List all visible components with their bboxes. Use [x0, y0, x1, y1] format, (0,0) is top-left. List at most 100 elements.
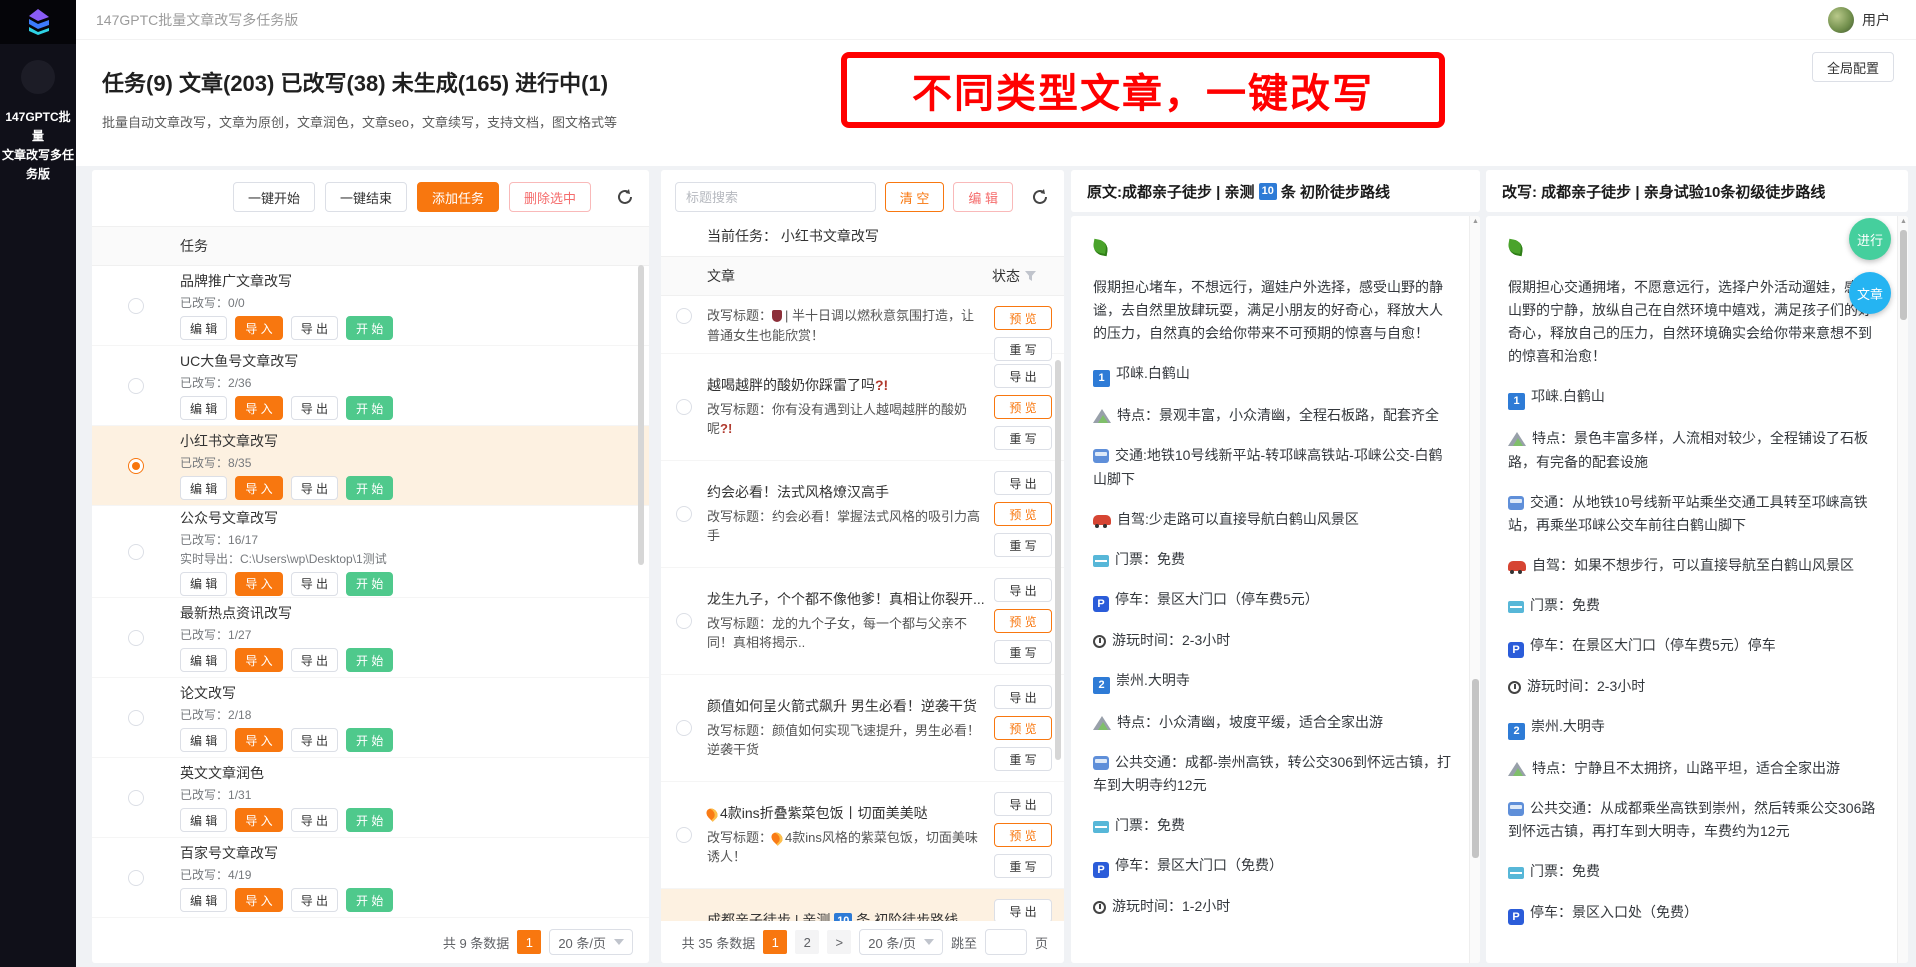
user-name[interactable]: 用户: [1862, 10, 1890, 30]
import-button[interactable]: 导 入: [235, 888, 282, 912]
export-button[interactable]: 导 出: [291, 572, 338, 596]
import-button[interactable]: 导 入: [235, 728, 282, 752]
search-input[interactable]: [675, 182, 876, 212]
edit-button[interactable]: 编 辑: [180, 396, 227, 420]
article-row[interactable]: 越喝越胖的酸奶你踩雷了吗?! 改写标题：你有没有遇到让人越喝越胖的酸奶呢?! 导…: [661, 354, 1064, 461]
article-row[interactable]: 4款ins折叠紫菜包饭丨切面美美哒 改写标题：4款ins风格的紫菜包饭，切面美味…: [661, 782, 1064, 889]
export-button[interactable]: 导 出: [291, 888, 338, 912]
rewrite-button[interactable]: 重 写: [994, 640, 1052, 664]
edit-button[interactable]: 编 辑: [180, 888, 227, 912]
start-button[interactable]: 开 始: [346, 396, 393, 420]
scrollbar-thumb[interactable]: [1055, 360, 1061, 760]
export-button[interactable]: 导 出: [291, 808, 338, 832]
start-all-button[interactable]: 一键开始: [233, 182, 315, 212]
page-number[interactable]: 2: [795, 930, 819, 954]
start-button[interactable]: 开 始: [346, 572, 393, 596]
radio-button[interactable]: [128, 710, 144, 726]
article-row-selected[interactable]: 成都亲子徒步 | 亲测 10 条 初阶徒步路线 改写标题：成都亲子徒步 | 亲身…: [661, 889, 1064, 921]
radio-button[interactable]: [676, 720, 692, 736]
preview-button[interactable]: 预 览: [994, 306, 1052, 330]
delete-selected-button[interactable]: 删除选中: [509, 182, 591, 212]
clear-button[interactable]: 清 空: [885, 182, 945, 212]
radio-button[interactable]: [128, 790, 144, 806]
start-button[interactable]: 开 始: [346, 316, 393, 340]
article-row[interactable]: 约会必看！法式风格燎汉高手 改写标题：约会必看！掌握法式风格的吸引力高手 导 出…: [661, 461, 1064, 568]
radio-button[interactable]: [128, 544, 144, 560]
article-fab-button[interactable]: 文章: [1849, 272, 1891, 314]
export-button[interactable]: 导 出: [994, 364, 1052, 388]
page-number-active[interactable]: 1: [763, 930, 787, 954]
rewrite-button[interactable]: 重 写: [994, 337, 1052, 361]
task-row[interactable]: 英文文章润色 已改写：1/31 编 辑 导 入 导 出 开 始: [92, 758, 649, 838]
stop-all-button[interactable]: 一键结束: [325, 182, 407, 212]
radio-button-checked[interactable]: [128, 458, 144, 474]
start-button[interactable]: 开 始: [346, 728, 393, 752]
next-page-button[interactable]: >: [827, 930, 851, 954]
task-row[interactable]: 百家号文章改写 已改写：4/19 编 辑 导 入 导 出 开 始: [92, 838, 649, 918]
start-button[interactable]: 开 始: [346, 476, 393, 500]
import-button[interactable]: 导 入: [235, 316, 282, 340]
user-avatar[interactable]: [1828, 7, 1854, 33]
edit-button[interactable]: 编 辑: [180, 728, 227, 752]
page-size-select[interactable]: 20 条/页: [859, 929, 943, 955]
import-button[interactable]: 导 入: [235, 396, 282, 420]
task-row[interactable]: 公众号文章改写 已改写：16/17 实时导出：C:\Users\wp\Deskt…: [92, 506, 649, 598]
scrollbar-thumb[interactable]: [1472, 679, 1479, 858]
export-button[interactable]: 导 出: [291, 476, 338, 500]
export-button[interactable]: 导 出: [291, 728, 338, 752]
task-row[interactable]: 最新热点资讯改写 已改写：1/27 编 辑 导 入 导 出 开 始: [92, 598, 649, 678]
radio-button[interactable]: [128, 378, 144, 394]
task-row[interactable]: 品牌推广文章改写 已改写：0/0 编 辑 导 入 导 出 开 始: [92, 266, 649, 346]
edit-button[interactable]: 编 辑: [180, 316, 227, 340]
import-button[interactable]: 导 入: [235, 648, 282, 672]
rewrite-button[interactable]: 重 写: [994, 854, 1052, 878]
preview-button[interactable]: 预 览: [994, 823, 1052, 847]
scrollbar-thumb[interactable]: [638, 265, 644, 565]
preview-button[interactable]: 预 览: [994, 716, 1052, 740]
export-button[interactable]: 导 出: [291, 396, 338, 420]
export-button[interactable]: 导 出: [291, 316, 338, 340]
start-button[interactable]: 开 始: [346, 808, 393, 832]
page-size-select[interactable]: 20 条/页: [549, 929, 633, 955]
task-row[interactable]: UC大鱼号文章改写 已改写：2/36 编 辑 导 入 导 出 开 始: [92, 346, 649, 426]
scrollbar[interactable]: ▲: [1469, 216, 1480, 963]
rewrite-button[interactable]: 重 写: [994, 533, 1052, 557]
refresh-icon[interactable]: [1030, 187, 1050, 207]
start-button[interactable]: 开 始: [346, 648, 393, 672]
article-row[interactable]: 改写标题：| 半十日调以燃秋意氛围打造，让普通女生也能欣赏！ 预 览 重 写: [661, 296, 1064, 354]
start-button[interactable]: 开 始: [346, 888, 393, 912]
radio-button[interactable]: [676, 399, 692, 415]
preview-button[interactable]: 预 览: [994, 502, 1052, 526]
export-button[interactable]: 导 出: [994, 578, 1052, 602]
edit-button[interactable]: 编 辑: [180, 808, 227, 832]
export-button[interactable]: 导 出: [994, 899, 1052, 921]
global-config-button[interactable]: 全局配置: [1812, 52, 1894, 82]
export-button[interactable]: 导 出: [994, 471, 1052, 495]
radio-button[interactable]: [676, 613, 692, 629]
refresh-icon[interactable]: [615, 187, 635, 207]
export-button[interactable]: 导 出: [994, 792, 1052, 816]
import-button[interactable]: 导 入: [235, 808, 282, 832]
export-button[interactable]: 导 出: [994, 685, 1052, 709]
scrollbar[interactable]: ▲: [1897, 216, 1908, 963]
edit-articles-button[interactable]: 编 辑: [953, 182, 1013, 212]
scroll-up-icon[interactable]: ▲: [1898, 216, 1908, 228]
radio-button[interactable]: [128, 298, 144, 314]
rewrite-button[interactable]: 重 写: [994, 747, 1052, 771]
article-row[interactable]: 龙生九子，个个都不像他爹！真相让你裂开... 改写标题：龙的九个子女，每一个都与…: [661, 568, 1064, 675]
preview-button[interactable]: 预 览: [994, 395, 1052, 419]
preview-button[interactable]: 预 览: [994, 609, 1052, 633]
task-row-selected[interactable]: 小红书文章改写 已改写：8/35 编 辑 导 入 导 出 开 始: [92, 426, 649, 506]
radio-button[interactable]: [676, 827, 692, 843]
edit-button[interactable]: 编 辑: [180, 476, 227, 500]
task-row[interactable]: 论文改写 已改写：2/18 编 辑 导 入 导 出 开 始: [92, 678, 649, 758]
progress-fab-button[interactable]: 进行: [1849, 218, 1891, 260]
rewrite-button[interactable]: 重 写: [994, 426, 1052, 450]
radio-button[interactable]: [128, 630, 144, 646]
edit-button[interactable]: 编 辑: [180, 648, 227, 672]
export-button[interactable]: 导 出: [291, 648, 338, 672]
import-button[interactable]: 导 入: [235, 572, 282, 596]
edit-button[interactable]: 编 辑: [180, 572, 227, 596]
article-row[interactable]: 颜值如何呈火箭式飙升 男生必看！逆袭干货 改写标题：颜值如何实现飞速提升，男生必…: [661, 675, 1064, 782]
radio-button[interactable]: [676, 308, 692, 324]
